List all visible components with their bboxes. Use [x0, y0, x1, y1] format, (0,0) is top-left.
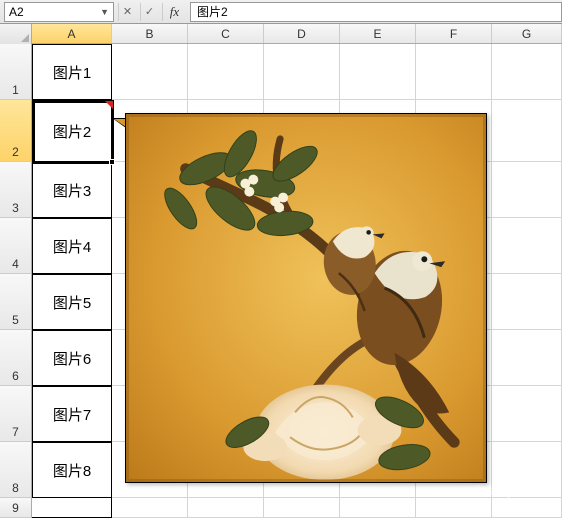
chevron-down-icon[interactable]: ▼ — [100, 7, 109, 17]
cell-B9[interactable] — [112, 498, 188, 518]
cell-E1[interactable] — [340, 44, 416, 100]
row-header-9[interactable]: 9 — [0, 498, 32, 518]
fx-label: fx — [170, 4, 179, 20]
cell-text: 图片2 — [53, 121, 91, 142]
grid-area: ABCDEFG 1 图片1 2 图片2 3 图片3 4 图片4 5 图片5 6 图片6 7 图片7 8 图片8… — [0, 24, 562, 504]
column-header-G[interactable]: G — [492, 24, 562, 43]
cell-C9[interactable] — [188, 498, 264, 518]
cell-A4[interactable]: 图片4 — [32, 218, 112, 274]
formula-content: 图片2 — [197, 3, 228, 20]
row-header-6[interactable]: 6 — [0, 330, 32, 386]
cell-A1[interactable]: 图片1 — [32, 44, 112, 100]
row: 9 — [0, 498, 562, 518]
cell-E9[interactable] — [340, 498, 416, 518]
cell-G6[interactable] — [492, 330, 562, 386]
formula-input[interactable]: 图片2 — [190, 2, 562, 22]
column-header-A[interactable]: A — [32, 24, 112, 43]
row-header-2[interactable]: 2 — [0, 100, 32, 162]
cell-G4[interactable] — [492, 218, 562, 274]
cell-F9[interactable] — [416, 498, 492, 518]
painting-icon — [126, 114, 486, 482]
column-header-E[interactable]: E — [340, 24, 416, 43]
row-header-3[interactable]: 3 — [0, 162, 32, 218]
cell-text: 图片4 — [53, 236, 91, 257]
comment-image-popup[interactable] — [125, 113, 487, 483]
cell-text: 图片1 — [53, 62, 91, 83]
row-header-8[interactable]: 8 — [0, 442, 32, 498]
cell-G1[interactable] — [492, 44, 562, 100]
cell-G3[interactable] — [492, 162, 562, 218]
cell-text: 图片6 — [53, 348, 91, 369]
column-header-D[interactable]: D — [264, 24, 340, 43]
fx-button[interactable]: fx — [162, 3, 186, 21]
cell-A6[interactable]: 图片6 — [32, 330, 112, 386]
row: 1 图片1 — [0, 44, 562, 100]
cell-A8[interactable]: 图片8 — [32, 442, 112, 498]
cell-D9[interactable] — [264, 498, 340, 518]
row-header-7[interactable]: 7 — [0, 386, 32, 442]
cell-F1[interactable] — [416, 44, 492, 100]
cell-text: 图片3 — [53, 180, 91, 201]
cell-G9[interactable] — [492, 498, 562, 518]
row-header-1[interactable]: 1 — [0, 44, 32, 100]
cell-D1[interactable] — [264, 44, 340, 100]
cell-text: 图片7 — [53, 404, 91, 425]
column-headers: ABCDEFG — [0, 24, 562, 44]
cell-A2[interactable]: 图片2 — [32, 100, 112, 162]
formula-bar: A2 ▼ ✕ ✓ fx 图片2 — [0, 0, 562, 24]
cancel-button[interactable]: ✕ — [118, 3, 136, 21]
column-header-B[interactable]: B — [112, 24, 188, 43]
row-header-4[interactable]: 4 — [0, 218, 32, 274]
cell-A7[interactable]: 图片7 — [32, 386, 112, 442]
cell-G5[interactable] — [492, 274, 562, 330]
cell-G2[interactable] — [492, 100, 562, 162]
name-box-text: A2 — [9, 5, 24, 19]
name-box[interactable]: A2 ▼ — [4, 2, 114, 22]
cell-B1[interactable] — [112, 44, 188, 100]
select-all-corner[interactable] — [0, 24, 32, 44]
cell-G7[interactable] — [492, 386, 562, 442]
cell-C1[interactable] — [188, 44, 264, 100]
column-header-C[interactable]: C — [188, 24, 264, 43]
enter-button[interactable]: ✓ — [140, 3, 158, 21]
cell-A9[interactable] — [32, 498, 112, 518]
column-header-F[interactable]: F — [416, 24, 492, 43]
cell-text: 图片5 — [53, 292, 91, 313]
row-header-5[interactable]: 5 — [0, 274, 32, 330]
cell-G8[interactable] — [492, 442, 562, 498]
cell-text: 图片8 — [53, 460, 91, 481]
cell-A5[interactable]: 图片5 — [32, 274, 112, 330]
cell-A3[interactable]: 图片3 — [32, 162, 112, 218]
